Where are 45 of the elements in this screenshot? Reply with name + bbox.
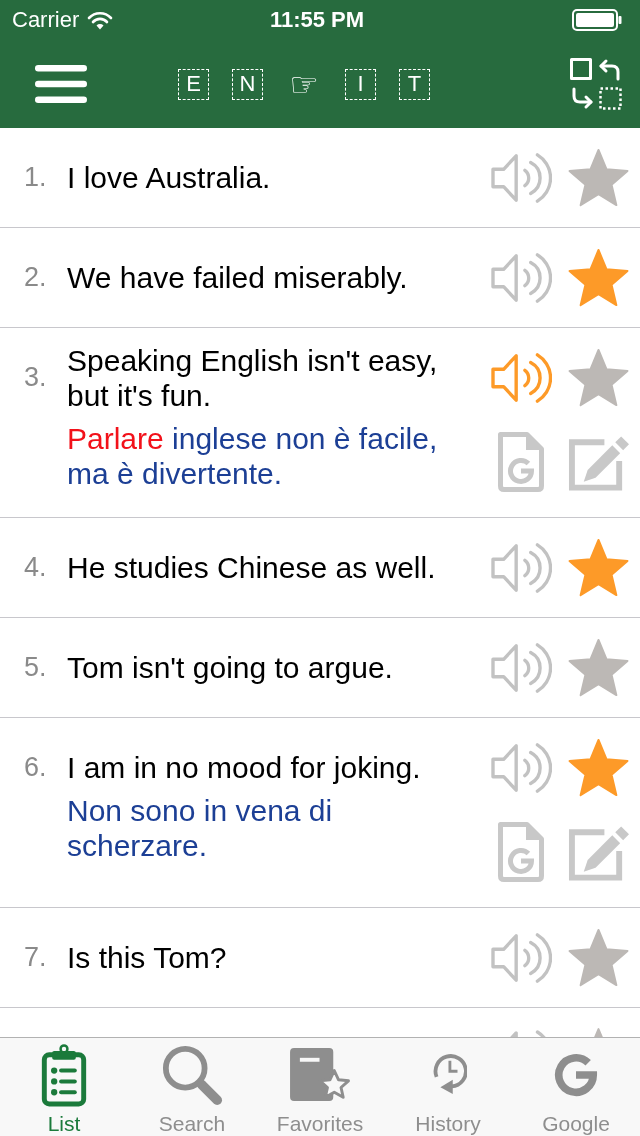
wifi-icon: [87, 10, 114, 30]
tab-button[interactable]: Google: [512, 1038, 640, 1136]
star-icon[interactable]: [567, 348, 630, 407]
document-g-icon[interactable]: [497, 431, 545, 493]
status-time: 11:55 PM: [269, 7, 365, 33]
star-icon[interactable]: [567, 148, 630, 207]
book-star-icon: [289, 1047, 351, 1103]
sentence-number: 3.: [24, 361, 48, 394]
sentence-text: I love Australia.: [67, 160, 272, 195]
star-icon[interactable]: [567, 538, 630, 597]
document-g-icon[interactable]: [497, 821, 545, 883]
sentence-text: I am in no mood for joking.: [67, 750, 422, 785]
language-letter[interactable]: N: [232, 68, 263, 100]
translation-text: Parlare inglese non è facile, ma è divertente.: [67, 420, 439, 491]
sentence-text: We have failed miserably.: [67, 260, 409, 295]
sentence-text: He studies Chinese as well.: [67, 550, 437, 585]
tab-button[interactable]: History: [384, 1038, 512, 1136]
sentence-number: 6.: [24, 751, 48, 784]
tab-button[interactable]: List: [0, 1038, 128, 1136]
language-letter[interactable]: I: [345, 68, 376, 100]
swap-icon[interactable]: [570, 58, 622, 110]
search-icon: [161, 1044, 223, 1106]
language-letter[interactable]: T: [399, 68, 430, 100]
sentence-number: 7.: [24, 941, 48, 974]
sentence-number: 4.: [24, 551, 48, 584]
menu-icon[interactable]: [35, 65, 87, 103]
sentence-number: 2.: [24, 261, 48, 294]
direction-pointer: ☞: [288, 67, 320, 101]
star-icon[interactable]: [567, 928, 630, 987]
sentence-number: 5.: [24, 651, 48, 684]
sentence-text: Tom isn't going to argue.: [67, 650, 394, 685]
star-icon[interactable]: [567, 248, 630, 307]
sentence-text: Is this Tom?: [67, 940, 228, 975]
translation-text: Non sono in vena di scherzare.: [67, 793, 334, 863]
battery-icon: [572, 9, 622, 31]
tab-button[interactable]: Search: [128, 1038, 256, 1136]
clipboard-list-icon: [41, 1043, 87, 1107]
star-icon[interactable]: [567, 638, 630, 697]
language-letter[interactable]: E: [178, 68, 209, 100]
star-icon[interactable]: [567, 738, 630, 797]
tab-button[interactable]: Favorites: [256, 1038, 384, 1136]
letter-g-icon: [554, 1053, 598, 1097]
carrier-name: Carrier: [12, 7, 80, 33]
sentence-text: Speaking English isn't easy, but it's fun.: [67, 342, 439, 413]
sentence-number: 1.: [24, 161, 48, 194]
